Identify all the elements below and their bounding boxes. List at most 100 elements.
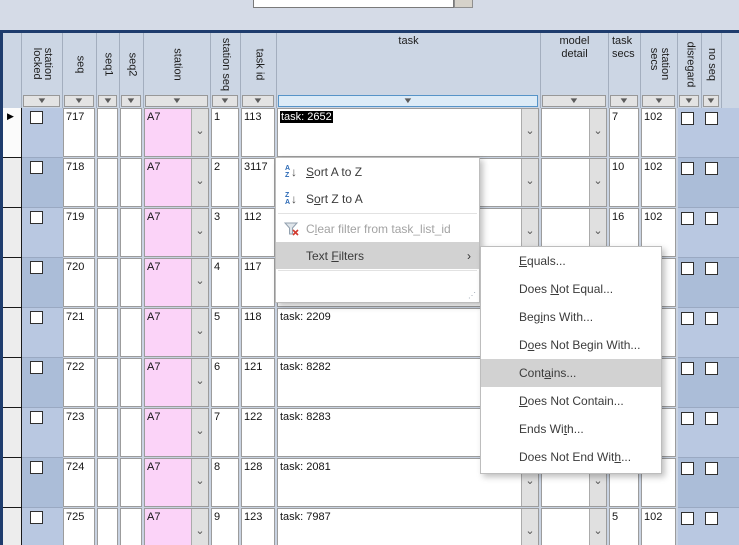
cell-seq1[interactable] [97,258,120,308]
cell-box-station[interactable]: A7 ⌄ [144,508,209,545]
cell-box-task[interactable]: task: 7987 ⌄ [277,508,539,545]
submenu-item-equals[interactable]: Equals... [481,247,661,275]
cell-box-seq2[interactable] [120,308,142,357]
cell-box-seq2[interactable] [120,108,142,157]
cell-station_secs[interactable]: 102 [641,508,678,545]
submenu-item-does-not-end-with[interactable]: Does Not End With... [481,443,661,471]
checkbox-no_seq[interactable] [705,162,718,175]
cell-disregard[interactable] [678,358,702,408]
cell-station_locked[interactable] [22,258,63,308]
cell-station_locked[interactable] [22,508,63,545]
checkbox-disregard[interactable] [681,162,694,175]
cell-station_locked[interactable] [22,208,63,258]
cell-box-seq1[interactable] [97,508,118,545]
cell-seq[interactable]: 720 [63,258,97,308]
cell-task_id[interactable]: 128 [241,458,277,508]
combo-dropdown-station[interactable]: ⌄ [191,209,208,256]
cell-disregard[interactable] [678,208,702,258]
cell-box-seq[interactable]: 725 [63,508,95,545]
checkbox-station_locked[interactable] [30,361,43,374]
column-header-seq[interactable]: seq [63,33,97,95]
cell-model_detail[interactable]: ⌄ [541,158,609,208]
combo-dropdown-station[interactable]: ⌄ [191,159,208,206]
cell-seq1[interactable] [97,308,120,358]
filter-dropdown-station_locked[interactable]: ▼ [23,95,60,107]
cell-box-seq1[interactable] [97,158,118,207]
cell-box-seq1[interactable] [97,208,118,257]
record-selector[interactable] [3,158,22,208]
cell-box-seq[interactable]: 724 [63,458,95,507]
cell-station_secs[interactable]: 102 [641,158,678,208]
column-header-seq2[interactable]: seq2 [120,33,144,95]
cell-box-seq[interactable]: 723 [63,408,95,457]
cell-station_seq[interactable]: 1 [211,108,241,158]
cell-station_seq[interactable]: 6 [211,358,241,408]
cell-seq[interactable]: 718 [63,158,97,208]
cell-box-station[interactable]: A7 ⌄ [144,308,209,357]
menu-item-lear-filter-from-task-list-id[interactable]: Clear filter from task_list_id [276,215,479,242]
checkbox-disregard[interactable] [681,462,694,475]
cell-seq2[interactable] [120,408,144,458]
cell-station_locked[interactable] [22,358,63,408]
cell-box-station_secs[interactable]: 102 [641,158,676,207]
cell-seq1[interactable] [97,208,120,258]
cell-box-station_seq[interactable]: 5 [211,308,239,357]
cell-box-seq[interactable]: 720 [63,258,95,307]
cell-no_seq[interactable] [702,308,722,358]
cell-box-station_seq[interactable]: 7 [211,408,239,457]
combo-dropdown-station[interactable]: ⌄ [191,409,208,456]
cell-box-task_id[interactable]: 123 [241,508,275,545]
column-header-task_secs[interactable]: task secs [609,33,641,95]
checkbox-station_locked[interactable] [30,311,43,324]
column-header-disregard[interactable]: disregard [678,33,702,95]
cell-station_seq[interactable]: 3 [211,208,241,258]
cell-station_locked[interactable] [22,158,63,208]
cell-seq[interactable]: 723 [63,408,97,458]
cell-box-model_detail[interactable]: ⌄ [541,158,607,207]
cell-box-seq1[interactable] [97,358,118,407]
cell-seq2[interactable] [120,458,144,508]
checkbox-station_locked[interactable] [30,111,43,124]
submenu-item-ends-with[interactable]: Ends With... [481,415,661,443]
cell-no_seq[interactable] [702,458,722,508]
cell-seq2[interactable] [120,158,144,208]
cell-box-task_id[interactable]: 3117 [241,158,275,207]
filter-dropdown-task_id[interactable]: ▼ [242,95,274,107]
cell-box-task_id[interactable]: 118 [241,308,275,357]
checkbox-no_seq[interactable] [705,112,718,125]
record-selector[interactable] [3,408,22,458]
cell-box-task_id[interactable]: 121 [241,358,275,407]
filter-dropdown-seq1[interactable]: ▼ [98,95,117,107]
cell-no_seq[interactable] [702,208,722,258]
cell-station[interactable]: A7 ⌄ [144,158,211,208]
cell-seq[interactable]: 721 [63,308,97,358]
cell-model_detail[interactable]: ⌄ [541,108,609,158]
combo-dropdown-model_detail[interactable]: ⌄ [589,509,606,545]
cell-station[interactable]: A7 ⌄ [144,108,211,158]
cell-seq[interactable]: 719 [63,208,97,258]
submenu-item-does-not-contain[interactable]: Does Not Contain... [481,387,661,415]
combo-dropdown-model_detail[interactable]: ⌄ [589,159,606,206]
submenu-item-contains[interactable]: Contains... [481,359,661,387]
cell-station_seq[interactable]: 9 [211,508,241,545]
filter-dropdown-station_secs[interactable]: ▼ [642,95,675,107]
checkbox-disregard[interactable] [681,412,694,425]
cell-station[interactable]: A7 ⌄ [144,508,211,545]
cell-station_locked[interactable] [22,458,63,508]
combo-dropdown-station[interactable]: ⌄ [191,359,208,406]
cell-station_seq[interactable]: 4 [211,258,241,308]
filter-dropdown-disregard[interactable]: ▼ [679,95,699,107]
filter-dropdown-seq2[interactable]: ▼ [121,95,141,107]
record-selector[interactable] [3,258,22,308]
submenu-item-does-not-begin-with[interactable]: Does Not Begin With... [481,331,661,359]
submenu-item-begins-with[interactable]: Begins With... [481,303,661,331]
cell-box-task_id[interactable]: 128 [241,458,275,507]
cell-seq1[interactable] [97,408,120,458]
cell-no_seq[interactable] [702,258,722,308]
cell-box-seq2[interactable] [120,158,142,207]
cell-box-task[interactable]: task: 2652 ⌄ [277,108,539,157]
cell-box-seq[interactable]: 722 [63,358,95,407]
cell-task_id[interactable]: 117 [241,258,277,308]
checkbox-no_seq[interactable] [705,412,718,425]
record-selector[interactable] [3,358,22,408]
